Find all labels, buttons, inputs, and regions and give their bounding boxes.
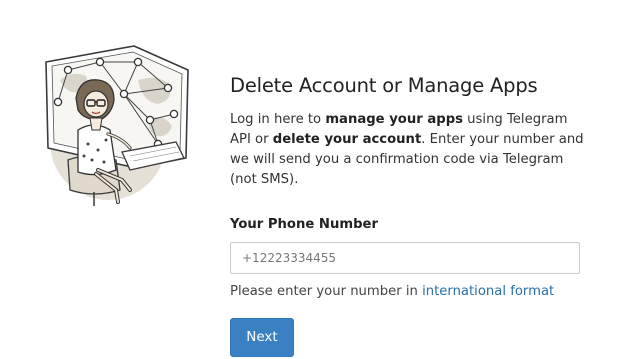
telegram-developer-illustration (45, 45, 189, 206)
next-button[interactable]: Next (230, 318, 294, 357)
page-title: Delete Account or Manage Apps (230, 74, 538, 97)
manage-apps-emphasis: manage your apps (325, 112, 463, 127)
main-content: Delete Account or Manage Apps Log in her… (230, 72, 590, 357)
delete-account-emphasis: delete your account (272, 132, 422, 147)
page-description: Log in here to manage your apps using Te… (230, 110, 586, 190)
phone-number-input[interactable] (230, 242, 580, 274)
phone-number-label: Your Phone Number (230, 217, 378, 232)
page: Delete Account or Manage Apps Log in her… (0, 0, 628, 359)
phone-format-hint: Please enter your number in internationa… (230, 283, 590, 301)
description-text-1: Log in here to (230, 112, 326, 127)
international-format-link[interactable]: international format (422, 284, 554, 299)
hint-text: Please enter your number in (230, 284, 423, 299)
